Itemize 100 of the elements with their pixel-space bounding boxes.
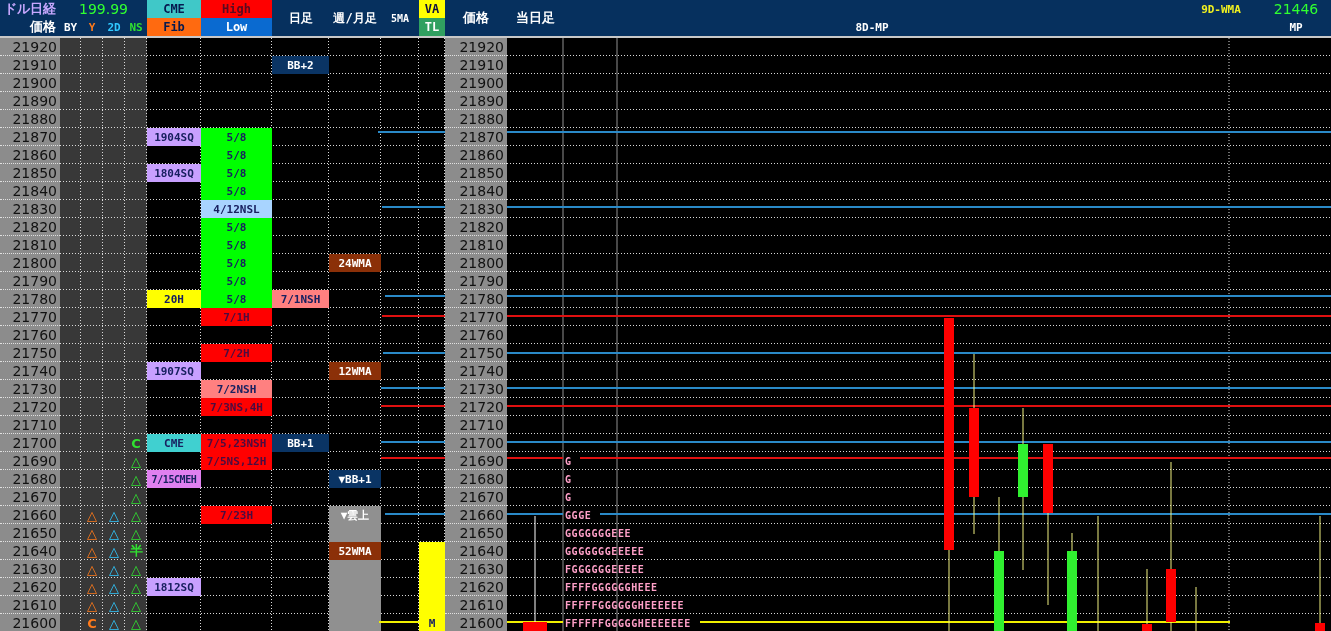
price-label: 21680 bbox=[445, 470, 507, 488]
column-header: High bbox=[201, 0, 272, 18]
price-label: 21670 bbox=[0, 488, 60, 506]
price-label: 21610 bbox=[0, 596, 60, 614]
level-label: 1812SQ bbox=[147, 578, 201, 596]
signal-mark: △ bbox=[131, 489, 141, 505]
price-label: 21810 bbox=[0, 236, 60, 254]
price-label: 21700 bbox=[0, 434, 60, 452]
price-label: 21610 bbox=[445, 596, 507, 614]
instrument-title: ドル日経 bbox=[3, 0, 57, 18]
level-label: ▼雲上 bbox=[329, 506, 381, 524]
signal-mark: △ bbox=[131, 561, 141, 577]
tpo-letters: G bbox=[565, 491, 572, 503]
level-label: 5/8 bbox=[201, 236, 272, 254]
price-label: 21880 bbox=[445, 110, 507, 128]
level-label: ▼BB+1 bbox=[329, 470, 381, 488]
signal-mark: △ bbox=[87, 579, 97, 595]
price-label: 21700 bbox=[445, 434, 507, 452]
price-label: 21630 bbox=[445, 560, 507, 578]
price-label: 21900 bbox=[445, 74, 507, 92]
price-label: 21770 bbox=[0, 308, 60, 326]
price-label: 21850 bbox=[0, 164, 60, 182]
signal-mark: △ bbox=[131, 525, 141, 541]
price-label: 21650 bbox=[445, 524, 507, 542]
signal-mark: △ bbox=[87, 507, 97, 523]
level-label: 5/8 bbox=[201, 218, 272, 236]
wma-value: 21446 bbox=[1272, 0, 1320, 18]
level-label: 20H bbox=[147, 290, 201, 308]
price-label: 21870 bbox=[0, 128, 60, 146]
column-header: Y bbox=[87, 19, 97, 36]
level-label: 5/8 bbox=[201, 164, 272, 182]
level-label: 7/5NS,12H bbox=[201, 452, 272, 470]
level-label: M bbox=[419, 614, 445, 631]
price-label: 21620 bbox=[445, 578, 507, 596]
tpo-letters: GGGE bbox=[565, 509, 592, 521]
price-label: 21740 bbox=[0, 362, 60, 380]
signal-mark: 半 bbox=[129, 542, 143, 560]
price-label: 21760 bbox=[445, 326, 507, 344]
signal-mark: △ bbox=[109, 525, 119, 541]
tpo-letters: FGGGGGGEEEEE bbox=[565, 563, 645, 575]
level-label: 1804SQ bbox=[147, 164, 201, 182]
price-label: 21680 bbox=[0, 470, 60, 488]
tpo-letters: FFFFGGGGGGHEEE bbox=[565, 581, 658, 593]
signal-mark: △ bbox=[131, 453, 141, 469]
rate-value: 199.99 bbox=[78, 0, 129, 18]
tpo-letters: GGGGGGGEEEEE bbox=[565, 545, 645, 557]
price-label: 21880 bbox=[0, 110, 60, 128]
level-label: 7/15CMEH bbox=[147, 470, 201, 488]
price-label: 21790 bbox=[0, 272, 60, 290]
price-label: 21830 bbox=[445, 200, 507, 218]
price-label: 21600 bbox=[445, 614, 507, 631]
price-label: 21730 bbox=[0, 380, 60, 398]
signal-mark: △ bbox=[109, 597, 119, 613]
price-label: 21900 bbox=[0, 74, 60, 92]
column-header: 価格 bbox=[28, 18, 57, 36]
column-header: 2D bbox=[106, 19, 122, 36]
price-label: 21830 bbox=[0, 200, 60, 218]
tpo-letters: GGGGGGGEEE bbox=[565, 527, 632, 539]
price-label: 21650 bbox=[0, 524, 60, 542]
price-label: 21780 bbox=[0, 290, 60, 308]
price-label: 21820 bbox=[445, 218, 507, 236]
level-label: 12WMA bbox=[329, 362, 381, 380]
tpo-letters: FFFFFFGGGGGHEEEEEEE bbox=[565, 617, 691, 629]
column-header: BY bbox=[62, 19, 79, 36]
price-label: 21630 bbox=[0, 560, 60, 578]
column-header: 5MA bbox=[389, 11, 411, 26]
level-label: 7/1NSH bbox=[272, 290, 329, 308]
signal-mark: △ bbox=[87, 597, 97, 613]
signal-mark: △ bbox=[87, 561, 97, 577]
wma-label: 9D-WMA bbox=[1200, 1, 1242, 18]
signal-mark: △ bbox=[109, 579, 119, 595]
price-label: 21810 bbox=[445, 236, 507, 254]
level-label: BB+1 bbox=[272, 434, 329, 452]
price-label: 21820 bbox=[0, 218, 60, 236]
signal-mark: △ bbox=[131, 579, 141, 595]
price-label: 21690 bbox=[445, 452, 507, 470]
price-label: 21600 bbox=[0, 614, 60, 631]
level-label: 5/8 bbox=[201, 128, 272, 146]
price-label: 21750 bbox=[0, 344, 60, 362]
column-header: Fib bbox=[147, 18, 201, 36]
level-label: BB+2 bbox=[272, 56, 329, 74]
price-label: 21890 bbox=[445, 92, 507, 110]
tpo-letters: FFFFFGGGGGGHEEEEEE bbox=[565, 599, 685, 611]
signal-mark: △ bbox=[109, 561, 119, 577]
signal-mark: △ bbox=[131, 597, 141, 613]
price-label: 21840 bbox=[0, 182, 60, 200]
signal-mark: △ bbox=[87, 525, 97, 541]
price-label: 21790 bbox=[445, 272, 507, 290]
price-label: 21710 bbox=[0, 416, 60, 434]
level-label: 7/2H bbox=[201, 344, 272, 362]
level-label: CME bbox=[147, 434, 201, 452]
level-label: 4/12NSL bbox=[201, 200, 272, 218]
column-header: TL bbox=[419, 18, 445, 36]
price-label: 21840 bbox=[445, 182, 507, 200]
price-label: 21660 bbox=[445, 506, 507, 524]
price-label: 21640 bbox=[0, 542, 60, 560]
signal-mark: △ bbox=[87, 543, 97, 559]
price-label: 21720 bbox=[445, 398, 507, 416]
price-label: 21720 bbox=[0, 398, 60, 416]
candlestick bbox=[1195, 586, 1197, 631]
